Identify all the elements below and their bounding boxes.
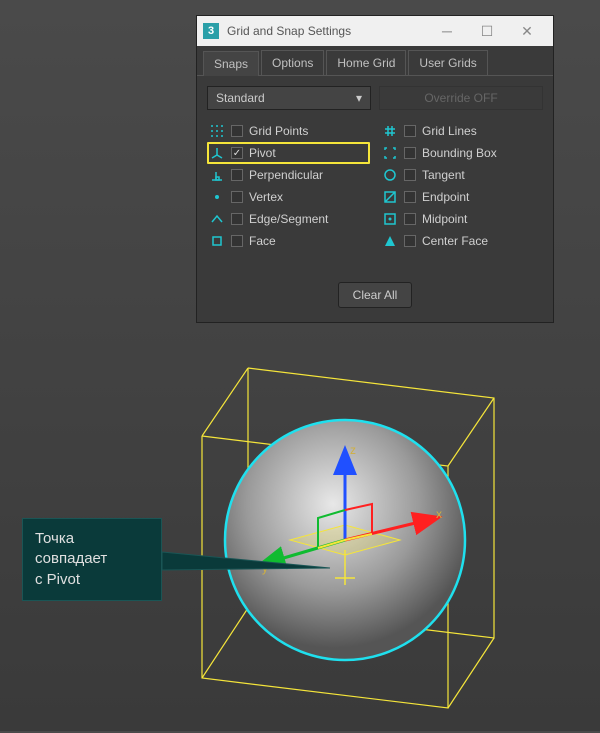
snap-center-face[interactable]: Center Face xyxy=(380,230,543,252)
checkbox[interactable] xyxy=(231,191,243,203)
snap-face[interactable]: Face xyxy=(207,230,370,252)
snap-label: Vertex xyxy=(249,190,283,204)
checkbox[interactable] xyxy=(404,125,416,137)
grid-points-icon xyxy=(209,123,225,139)
override-toggle[interactable]: Override OFF xyxy=(379,86,543,110)
snap-edge-segment[interactable]: Edge/Segment xyxy=(207,208,370,230)
tab-user-grids[interactable]: User Grids xyxy=(408,50,487,75)
face-icon xyxy=(209,233,225,249)
snap-set-dropdown[interactable]: Standard ▾ xyxy=(207,86,371,110)
snap-label: Center Face xyxy=(422,234,488,248)
snap-label: Midpoint xyxy=(422,212,467,226)
bounding-box-icon xyxy=(382,145,398,161)
tangent-icon xyxy=(382,167,398,183)
snap-midpoint[interactable]: Midpoint xyxy=(380,208,543,230)
snap-endpoint[interactable]: Endpoint xyxy=(380,186,543,208)
snap-label: Pivot xyxy=(249,146,276,160)
axis-label-z: z xyxy=(350,443,356,457)
snap-label: Tangent xyxy=(422,168,465,182)
midpoint-icon xyxy=(382,211,398,227)
clear-all-button[interactable]: Clear All xyxy=(338,282,413,308)
window-title: Grid and Snap Settings xyxy=(227,24,427,38)
callout-line: совпадает xyxy=(35,549,149,569)
snaps-column-right: Grid Lines Bounding Box Tangent xyxy=(380,120,543,252)
grid-lines-icon xyxy=(382,123,398,139)
snap-label: Grid Lines xyxy=(422,124,477,138)
snaps-panel: Standard ▾ Override OFF Grid Points xyxy=(197,76,553,322)
pivot-icon xyxy=(209,145,225,161)
axis-label-x: x xyxy=(436,507,442,521)
tab-bar: Snaps Options Home Grid User Grids xyxy=(197,46,553,76)
chevron-down-icon: ▾ xyxy=(356,91,362,105)
checkbox[interactable] xyxy=(404,169,416,181)
minimize-button[interactable]: ─ xyxy=(427,16,467,46)
snap-vertex[interactable]: Vertex xyxy=(207,186,370,208)
callout-box: Точка совпадает с Pivot xyxy=(22,518,162,601)
snap-grid-lines[interactable]: Grid Lines xyxy=(380,120,543,142)
snap-perpendicular[interactable]: Perpendicular xyxy=(207,164,370,186)
vertex-icon xyxy=(209,189,225,205)
checkbox[interactable]: ✓ xyxy=(231,147,243,159)
viewport-illustration: x y z Точка совпадает с Pivot xyxy=(0,350,600,730)
perpendicular-icon xyxy=(209,167,225,183)
titlebar[interactable]: 3 Grid and Snap Settings ─ ☐ ✕ xyxy=(197,16,553,46)
snap-label: Face xyxy=(249,234,276,248)
snap-label: Perpendicular xyxy=(249,168,323,182)
app-icon: 3 xyxy=(203,23,219,39)
checkbox[interactable] xyxy=(404,191,416,203)
checkbox[interactable] xyxy=(404,147,416,159)
maximize-button[interactable]: ☐ xyxy=(467,16,507,46)
callout-line: Точка xyxy=(35,529,149,549)
close-button[interactable]: ✕ xyxy=(507,16,547,46)
endpoint-icon xyxy=(382,189,398,205)
snap-bounding-box[interactable]: Bounding Box xyxy=(380,142,543,164)
checkbox[interactable] xyxy=(231,235,243,247)
callout-line: с Pivot xyxy=(35,570,149,590)
snap-label: Edge/Segment xyxy=(249,212,328,226)
checkbox[interactable] xyxy=(231,125,243,137)
snap-label: Endpoint xyxy=(422,190,469,204)
tab-home-grid[interactable]: Home Grid xyxy=(326,50,406,75)
checkbox[interactable] xyxy=(231,213,243,225)
checkbox[interactable] xyxy=(404,235,416,247)
tab-snaps[interactable]: Snaps xyxy=(203,51,259,76)
grid-snap-settings-dialog: 3 Grid and Snap Settings ─ ☐ ✕ Snaps Opt… xyxy=(196,15,554,323)
tab-options[interactable]: Options xyxy=(261,50,324,75)
center-face-icon xyxy=(382,233,398,249)
snap-grid-points[interactable]: Grid Points xyxy=(207,120,370,142)
snap-pivot[interactable]: ✓ Pivot xyxy=(207,142,370,164)
snap-label: Bounding Box xyxy=(422,146,497,160)
snap-tangent[interactable]: Tangent xyxy=(380,164,543,186)
checkbox[interactable] xyxy=(404,213,416,225)
snaps-column-left: Grid Points ✓ Pivot Perpendicular xyxy=(207,120,370,252)
dropdown-value: Standard xyxy=(216,91,265,105)
snap-label: Grid Points xyxy=(249,124,308,138)
checkbox[interactable] xyxy=(231,169,243,181)
edge-segment-icon xyxy=(209,211,225,227)
